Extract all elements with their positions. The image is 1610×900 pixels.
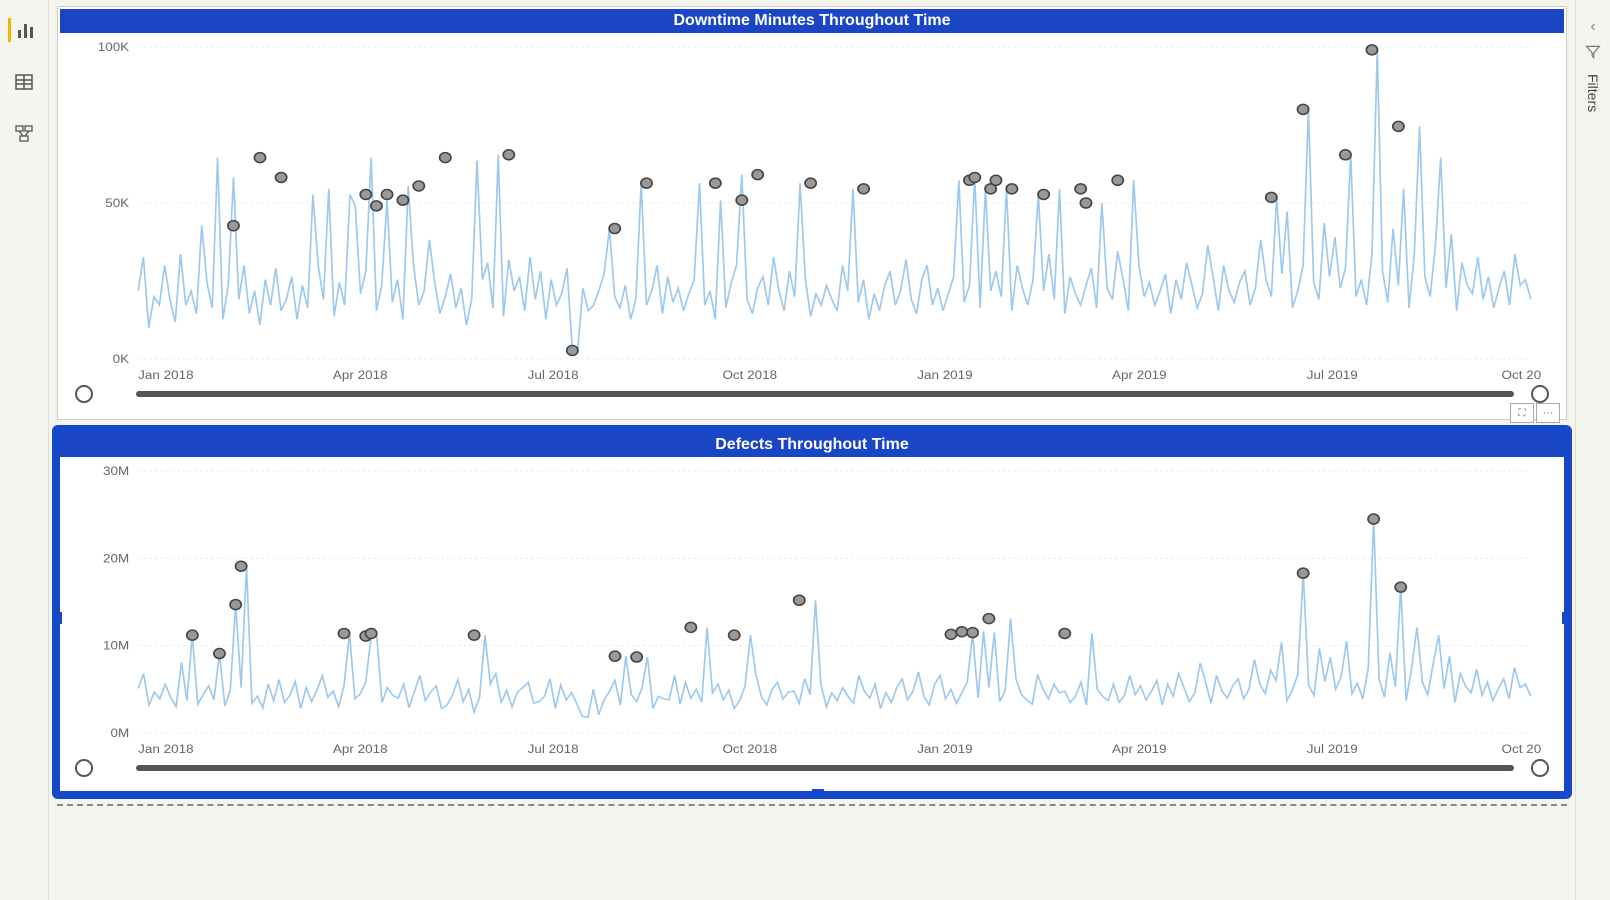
svg-text:Jul 2018: Jul 2018 [528,742,579,756]
more-options-icon[interactable]: ⋯ [1536,403,1560,423]
chart-svg-defects: 0M 10M 20M 30M Jan 2018 Apr 2018 Jul 2018 Oct 2… [82,461,1542,761]
nav-chart-view[interactable] [8,18,38,42]
svg-text:30M: 30M [103,464,129,478]
report-canvas: Downtime Minutes Throughout Time 0K 50K 10… [49,0,1575,900]
svg-text:20M: 20M [103,551,129,565]
svg-text:Jul 2018: Jul 2018 [528,368,579,382]
svg-text:0M: 0M [110,726,129,740]
app-root: Downtime Minutes Throughout Time 0K 50K 10… [0,0,1610,900]
svg-text:Jul 2019: Jul 2019 [1307,368,1358,382]
svg-text:Jan 2018: Jan 2018 [138,742,193,756]
visual-header-buttons: ⛶ ⋯ [1510,403,1560,423]
page-divider [57,804,1567,806]
model-icon [14,124,34,144]
time-slider-downtime[interactable] [82,391,1542,413]
nav-table-view[interactable] [12,70,36,94]
time-slider-defects[interactable] [82,765,1542,787]
svg-text:Jan 2019: Jan 2019 [917,742,972,756]
svg-text:10M: 10M [103,638,129,652]
svg-text:Apr 2018: Apr 2018 [333,742,388,756]
slider-handle-end[interactable] [1531,385,1549,403]
chart-area-downtime: 0K 50K 100K Jan 2018 Apr 2018 Jul 2018 Oct 201… [82,37,1542,387]
visual-title-defects: Defects Throughout Time [60,433,1564,457]
visual-title-downtime: Downtime Minutes Throughout Time [60,9,1564,33]
slider-handle-end[interactable] [1531,759,1549,777]
svg-text:Oct 2019: Oct 2019 [1502,368,1542,382]
svg-text:Jan 2018: Jan 2018 [138,368,193,382]
chart-svg-downtime: 0K 50K 100K Jan 2018 Apr 2018 Jul 2018 Oct 201… [82,37,1542,387]
visual-downtime[interactable]: Downtime Minutes Throughout Time 0K 50K 10… [57,6,1567,420]
resize-handle-bottom[interactable] [812,789,824,797]
resize-handle-left[interactable] [54,612,62,624]
slider-handle-start[interactable] [75,759,93,777]
svg-text:Oct 2018: Oct 2018 [722,742,777,756]
svg-text:100K: 100K [98,40,130,54]
bar-chart-icon [16,20,36,40]
chevron-left-icon: ‹ [1590,18,1595,36]
table-icon [14,72,34,92]
filter-icon [1585,44,1601,60]
chart-area-defects: 0M 10M 20M 30M Jan 2018 Apr 2018 Jul 2018 Oct 2… [82,461,1542,761]
slider-handle-start[interactable] [75,385,93,403]
svg-text:Apr 2019: Apr 2019 [1112,742,1167,756]
filters-label: Filters [1585,74,1601,112]
svg-text:Apr 2019: Apr 2019 [1112,368,1167,382]
svg-text:Oct 2018: Oct 2018 [722,368,777,382]
left-nav [0,0,49,900]
svg-text:Jul 2019: Jul 2019 [1307,742,1358,756]
resize-handle-right[interactable] [1562,612,1570,624]
focus-mode-icon[interactable]: ⛶ [1510,403,1534,423]
nav-model-view[interactable] [12,122,36,146]
svg-text:0K: 0K [113,352,130,366]
svg-text:Apr 2018: Apr 2018 [333,368,388,382]
svg-text:Oct 2019: Oct 2019 [1502,742,1542,756]
filters-pane-collapsed[interactable]: ‹ Filters [1575,0,1610,900]
svg-text:50K: 50K [105,196,129,210]
svg-text:Jan 2019: Jan 2019 [917,368,972,382]
visual-defects[interactable]: Defects Throughout Time 0M 10M 20M 30M Jan 2… [57,430,1567,794]
